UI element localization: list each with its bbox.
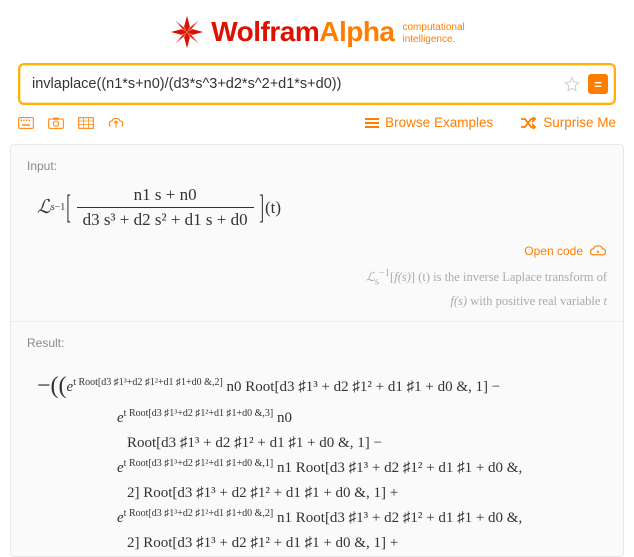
upload-icon[interactable] — [108, 116, 124, 130]
header: WolframAlpha computationalintelligence. — [0, 0, 634, 63]
results-panel: Input: ℒs−1 [ n1 s + n0 d3 s³ + d2 s² + … — [10, 144, 624, 557]
image-input-icon[interactable] — [48, 116, 64, 130]
keyboard-icon[interactable] — [18, 116, 34, 130]
result-label: Result: — [27, 336, 607, 350]
wordmark: WolframAlpha — [211, 16, 394, 48]
data-input-icon[interactable] — [78, 116, 94, 130]
result-expression: −((et Root[d3 ♯1³+d2 ♯1²+d1 ♯1+d0 &,2] n… — [27, 362, 607, 554]
star-icon[interactable] — [564, 76, 580, 92]
input-label: Input: — [27, 159, 607, 173]
tagline: computationalintelligence. — [403, 22, 465, 46]
spikey-icon — [169, 14, 205, 50]
toolbar: Browse Examples Surprise Me — [0, 105, 634, 144]
browse-examples-link[interactable]: Browse Examples — [365, 115, 493, 130]
cloud-icon — [589, 244, 607, 258]
surprise-me-link[interactable]: Surprise Me — [521, 115, 616, 130]
input-hint: ℒs−1[f(s)] (t) is the inverse Laplace tr… — [27, 266, 607, 321]
input-interpretation: ℒs−1 [ n1 s + n0 d3 s³ + d2 s² + d1 s + … — [37, 185, 607, 230]
search-box[interactable]: = — [18, 63, 616, 105]
list-icon — [365, 117, 379, 129]
logo[interactable]: WolframAlpha computationalintelligence. — [169, 14, 465, 50]
shuffle-icon — [521, 117, 537, 129]
search-input[interactable] — [32, 76, 564, 92]
open-code-link[interactable]: Open code — [27, 244, 607, 258]
compute-button[interactable]: = — [588, 74, 608, 94]
